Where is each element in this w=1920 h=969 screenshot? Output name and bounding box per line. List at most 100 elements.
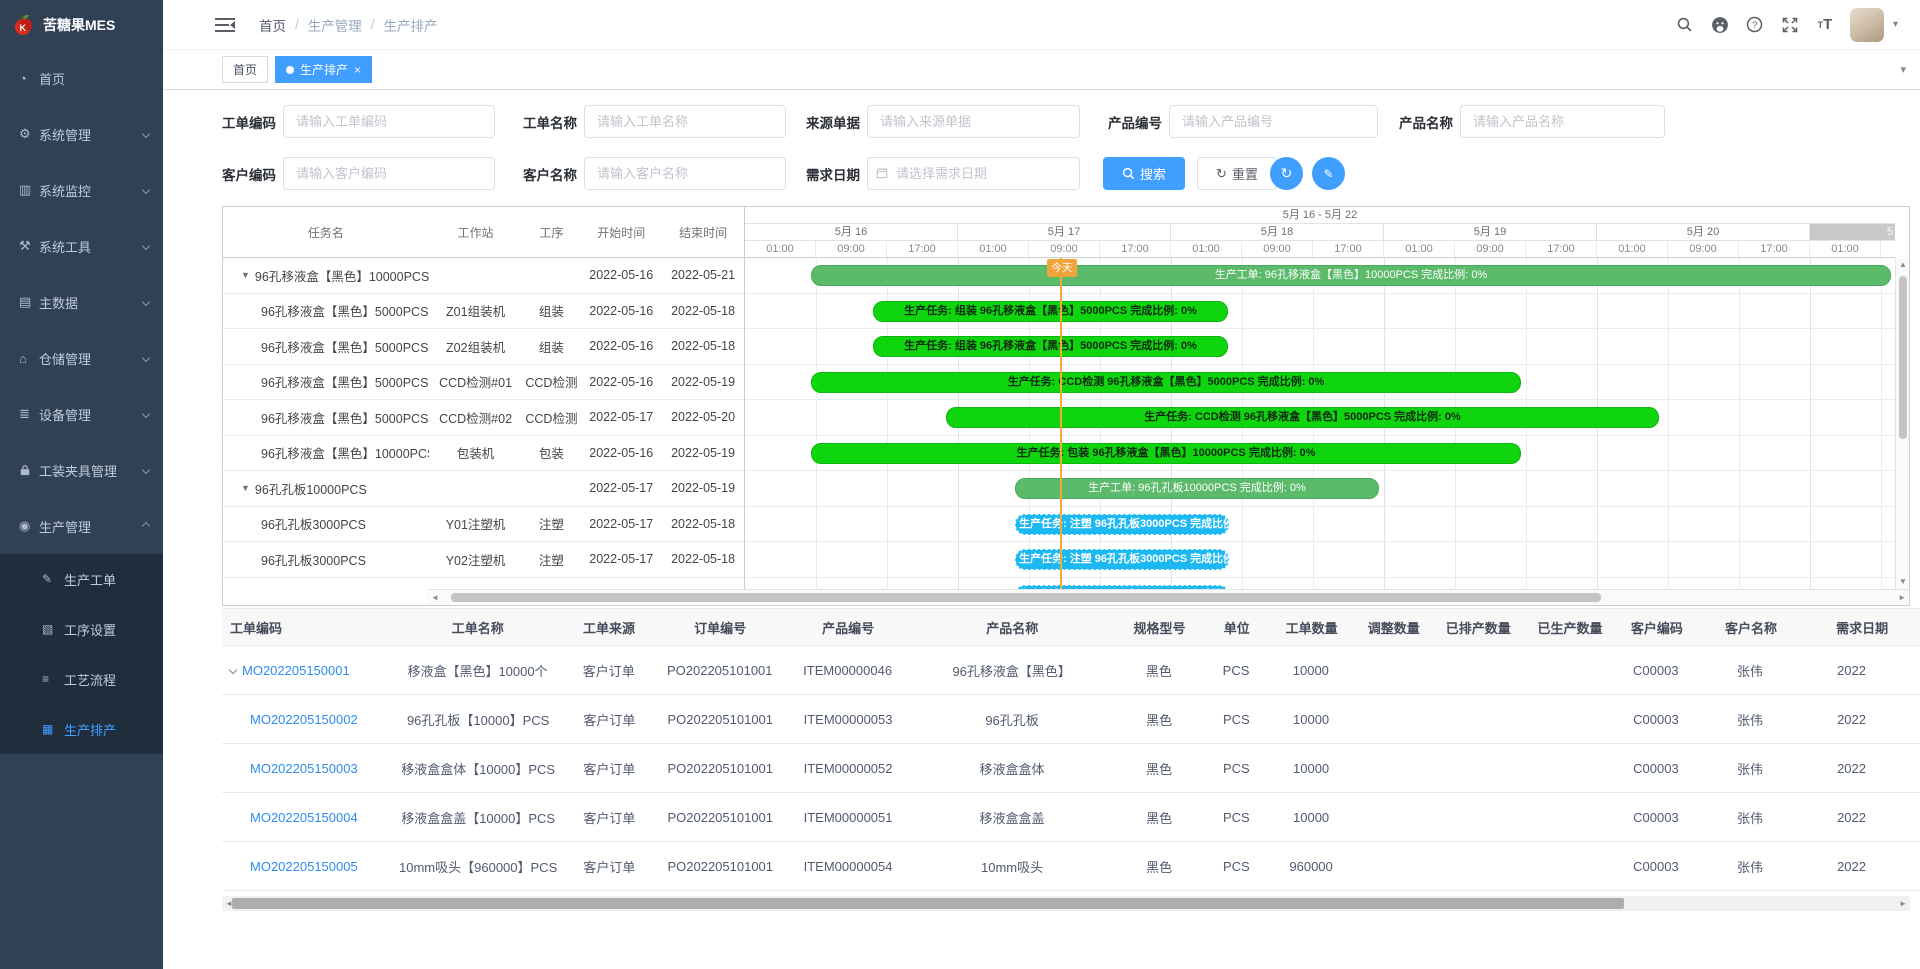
- order-code-link[interactable]: MO202205150004: [250, 810, 358, 825]
- scrollbar-thumb[interactable]: [232, 898, 1624, 909]
- table-horizontal-scrollbar[interactable]: ◄ ►: [222, 896, 1910, 911]
- orders-row-2[interactable]: MO202205150003移液盒盒体【10000】PCS客户订单PO20220…: [222, 744, 1920, 793]
- orders-row-0[interactable]: MO202205150001移液盒【黑色】10000个客户订单PO2022051…: [222, 646, 1920, 695]
- sidebar-item-5[interactable]: ⌂仓储管理: [0, 330, 163, 386]
- filter-input-1[interactable]: [584, 105, 786, 138]
- fullscreen-icon[interactable]: [1780, 15, 1800, 35]
- sidebar-item-0[interactable]: ◔首页: [0, 50, 163, 106]
- avatar[interactable]: [1850, 8, 1884, 42]
- sidebar-item-7[interactable]: 工装夹具管理: [0, 442, 163, 498]
- sidebar-item-3[interactable]: ⚒系统工具: [0, 218, 163, 274]
- sidebar-item-2[interactable]: ▥系统监控: [0, 162, 163, 218]
- sidebar-item-1[interactable]: ⚙系统管理: [0, 106, 163, 162]
- gantt-grid-row[interactable]: 96孔孔板3000PCSY01注塑机注塑2022-05-172022-05-18: [223, 507, 744, 543]
- gantt-bar-selected[interactable]: 生产任务: 注塑 96孔孔板3000PCS 完成比例: 0%: [1015, 585, 1229, 590]
- github-icon[interactable]: [1710, 15, 1730, 35]
- gantt-horizontal-scrollbar[interactable]: ◄ ►: [427, 589, 1909, 605]
- gantt-hour-9: 01:00: [1384, 241, 1455, 257]
- gantt-grid-row[interactable]: 96孔移液盒【黑色】10000PCS包装机包装2022-05-162022-05…: [223, 436, 744, 472]
- scroll-left-icon[interactable]: ◄: [431, 594, 439, 602]
- orders-row-1[interactable]: MO20220515000296孔孔板【10000】PCS客户订单PO20220…: [222, 695, 1920, 744]
- gantt-grid-row[interactable]: 96孔移液盒【黑色】5000PCSCCD检测#02CCD检测2022-05-17…: [223, 400, 744, 436]
- gantt-task-name: 96孔孔板3000PCS: [223, 585, 429, 589]
- breadcrumb-item-2[interactable]: 生产排产: [384, 15, 438, 35]
- breadcrumb-item-0[interactable]: 首页: [259, 15, 286, 35]
- today-label: 今天: [1047, 259, 1077, 277]
- gantt-bar-task[interactable]: 生产任务: CCD检测 96孔移液盒【黑色】5000PCS 完成比例: 0%: [811, 372, 1521, 393]
- gantt-bar-task[interactable]: 生产任务: CCD检测 96孔移液盒【黑色】5000PCS 完成比例: 0%: [946, 407, 1659, 428]
- tab-close-icon[interactable]: ×: [354, 63, 361, 77]
- gantt-grid-row[interactable]: ▼96孔移液盒【黑色】10000PCS2022-05-162022-05-21: [223, 258, 744, 294]
- tree-collapse-icon[interactable]: ▼: [241, 270, 250, 280]
- chevron-down-icon: [142, 466, 150, 474]
- orders-column-2: 工单来源: [563, 618, 655, 637]
- sidebar-menu: ◔首页⚙系统管理▥系统监控⚒系统工具▤主数据⌂仓储管理≣设备管理工装夹具管理 ◉生…: [0, 50, 163, 554]
- sidebar-item-8[interactable]: ◉生产管理: [0, 498, 163, 554]
- sidebar-subitem-2[interactable]: ≡工艺流程: [0, 654, 163, 704]
- gantt-grid-row[interactable]: 96孔移液盒【黑色】5000PCSZ02组装机组装2022-05-162022-…: [223, 329, 744, 365]
- demand-date-input[interactable]: [867, 157, 1080, 190]
- gantt-grid-row[interactable]: ▼96孔孔板10000PCS2022-05-172022-05-19: [223, 471, 744, 507]
- gantt-bar-project[interactable]: 生产工单: 96孔孔板10000PCS 完成比例: 0%: [1015, 478, 1379, 499]
- tab-1[interactable]: 生产排产×: [275, 56, 372, 83]
- scroll-right-icon[interactable]: ►: [1899, 900, 1907, 908]
- sidebar-subitem-label: 生产工单: [64, 570, 116, 589]
- gantt-grid: 任务名工作站工序开始时间结束时间 ▼96孔移液盒【黑色】10000PCS2022…: [223, 207, 745, 605]
- collapse-sidebar-icon[interactable]: [215, 17, 235, 33]
- gantt-bar-task[interactable]: 生产任务: 包装 96孔移液盒【黑色】10000PCS 完成比例: 0%: [811, 443, 1521, 464]
- order-cell-customer_code: C00003: [1615, 663, 1697, 678]
- filter-field-3: 产品编号: [1108, 105, 1378, 138]
- gantt-bar-selected[interactable]: 生产任务: 注塑 96孔孔板3000PCS 完成比例: 0%: [1015, 514, 1229, 535]
- sidebar-item-label: 工装夹具管理: [39, 461, 143, 480]
- app-logo[interactable]: K 苦糖果MES: [0, 0, 163, 50]
- scroll-right-icon[interactable]: ►: [1898, 594, 1906, 602]
- gantt-grid-row[interactable]: 96孔孔板3000PCSY02注塑机注塑2022-05-172022-05-18: [223, 542, 744, 578]
- gantt-vertical-scrollbar[interactable]: ▲ ▼: [1895, 258, 1909, 589]
- order-code-link[interactable]: MO202205150002: [250, 712, 358, 727]
- sidebar-item-6[interactable]: ≣设备管理: [0, 386, 163, 442]
- gantt-grid-row[interactable]: 96孔移液盒【黑色】5000PCSCCD检测#01CCD检测2022-05-16…: [223, 365, 744, 401]
- edit-columns-button[interactable]: ✎: [1312, 157, 1345, 190]
- scrollbar-thumb[interactable]: [1899, 276, 1907, 439]
- font-size-icon[interactable]: TT: [1815, 15, 1835, 35]
- help-icon[interactable]: ?: [1745, 15, 1765, 35]
- sidebar-subitem-0[interactable]: ✎生产工单: [0, 554, 163, 604]
- filter-input-5[interactable]: [283, 157, 495, 190]
- order-code-link[interactable]: MO202205150003: [250, 761, 358, 776]
- gantt-start-date: 2022-05-16: [580, 339, 662, 353]
- scroll-up-icon[interactable]: ▲: [1899, 261, 1907, 269]
- orders-row-4[interactable]: MO20220515000510mm吸头【960000】PCS客户订单PO202…: [222, 842, 1920, 891]
- order-code-link[interactable]: MO202205150005: [250, 859, 358, 874]
- orders-row-3[interactable]: MO202205150004移液盒盒盖【10000】PCS客户订单PO20220…: [222, 793, 1920, 842]
- scrollbar-thumb[interactable]: [451, 593, 1601, 602]
- row-expand-icon[interactable]: [229, 666, 237, 674]
- search-icon[interactable]: [1675, 15, 1695, 35]
- order-code-link[interactable]: MO202205150001: [242, 663, 350, 678]
- filter-input-0[interactable]: [283, 105, 495, 138]
- gantt-grid-row[interactable]: 96孔移液盒【黑色】5000PCSZ01组装机组装2022-05-162022-…: [223, 294, 744, 330]
- gantt-bar-project[interactable]: 生产工单: 96孔移液盒【黑色】10000PCS 完成比例: 0%: [811, 265, 1891, 286]
- gantt-bar-task[interactable]: 生产任务: 组装 96孔移液盒【黑色】5000PCS 完成比例: 0%: [873, 301, 1228, 322]
- filter-input-3[interactable]: [1169, 105, 1378, 138]
- tree-collapse-icon[interactable]: ▼: [241, 483, 250, 493]
- gantt-grid-row[interactable]: 96孔孔板3000PCSY03注塑机注塑2022-05-172022-05-18: [223, 578, 744, 590]
- order-cell-demand_date: 2022: [1803, 859, 1920, 874]
- tab-0[interactable]: 首页: [222, 56, 268, 83]
- gantt-bar-selected[interactable]: 生产任务: 注塑 96孔孔板3000PCS 完成比例: 0%: [1015, 549, 1229, 570]
- reset-button[interactable]: ↻ 重置: [1197, 157, 1277, 190]
- gantt-bar-task[interactable]: 生产任务: 组装 96孔移液盒【黑色】5000PCS 完成比例: 0%: [873, 336, 1228, 357]
- breadcrumb: 首页/生产管理/生产排产: [259, 15, 438, 35]
- filter-input-6[interactable]: [584, 157, 786, 190]
- scroll-down-icon[interactable]: ▼: [1899, 578, 1907, 586]
- sidebar-subitem-3[interactable]: ▦生产排产: [0, 704, 163, 754]
- chevron-down-icon[interactable]: ▾: [1893, 19, 1898, 30]
- breadcrumb-item-1[interactable]: 生产管理: [308, 15, 362, 35]
- layers-icon: ≣: [19, 406, 39, 422]
- refresh-table-button[interactable]: ↻: [1270, 157, 1303, 190]
- sidebar-item-4[interactable]: ▤主数据: [0, 274, 163, 330]
- search-button[interactable]: 搜索: [1103, 157, 1185, 190]
- filter-input-4[interactable]: [1460, 105, 1665, 138]
- filter-input-2[interactable]: [867, 105, 1080, 138]
- sidebar-subitem-1[interactable]: ▧工序设置: [0, 604, 163, 654]
- tabs-dropdown-icon[interactable]: ▾: [1900, 63, 1906, 76]
